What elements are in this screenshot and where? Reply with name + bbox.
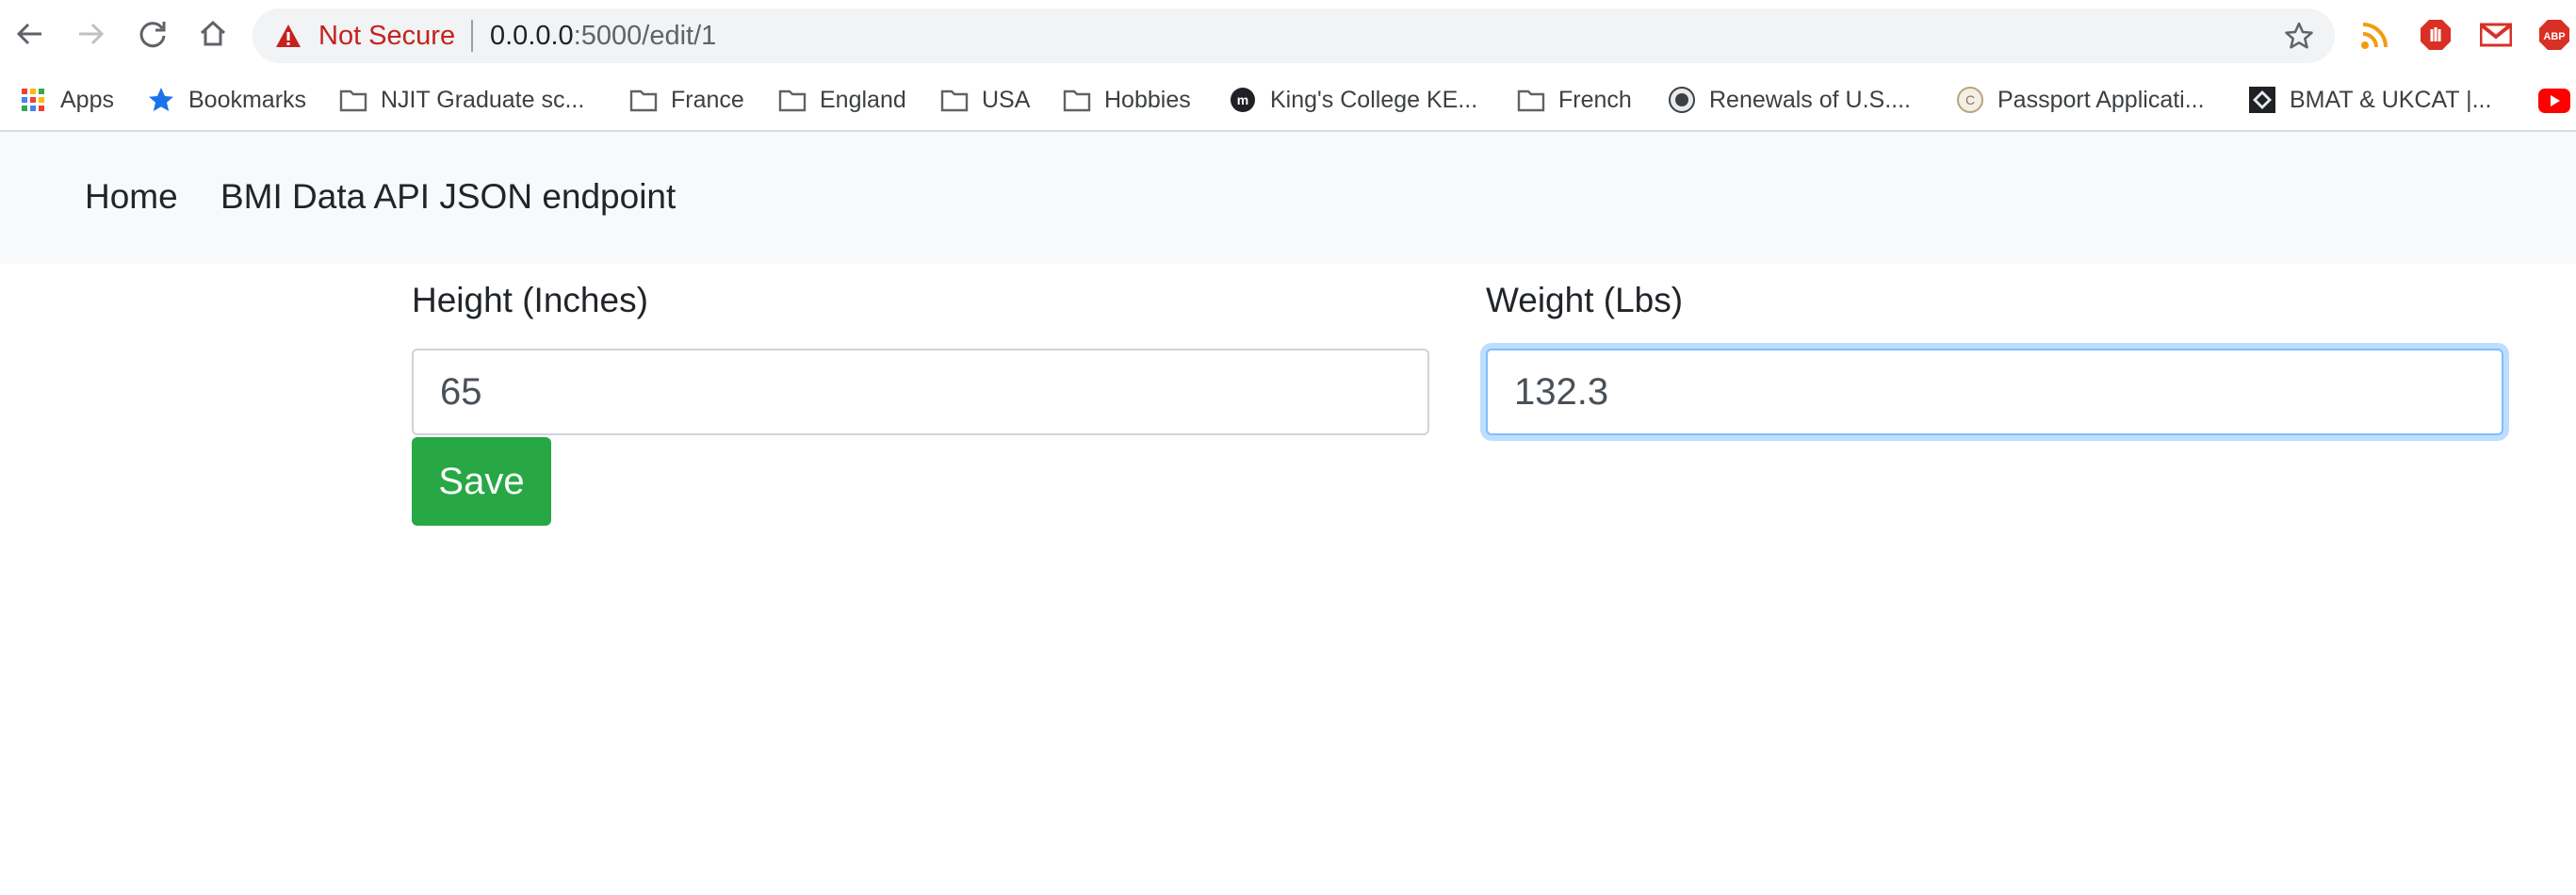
bookmark-folder-hobbies[interactable]: Hobbies xyxy=(1063,83,1191,117)
svg-text:m: m xyxy=(1237,92,1248,107)
bookmark-apps[interactable]: Apps xyxy=(19,83,114,117)
url-text[interactable]: 0.0.0.0:5000/edit/1 xyxy=(490,21,716,52)
nav-bmi-api-link[interactable]: BMI Data API JSON endpoint xyxy=(220,177,676,217)
svg-text:ABP: ABP xyxy=(2543,31,2565,42)
bookmark-bookmarks[interactable]: Bookmarks xyxy=(147,83,306,117)
address-bar[interactable]: Not Secure 0.0.0.0:5000/edit/1 xyxy=(253,8,2335,63)
bookmark-folder-france[interactable]: France xyxy=(629,83,744,117)
reload-icon[interactable] xyxy=(136,17,170,51)
bookmark-star-icon[interactable] xyxy=(2284,21,2314,51)
browser-toolbar: Not Secure 0.0.0.0:5000/edit/1 ABP xyxy=(0,0,2576,72)
youtube-icon[interactable] xyxy=(2538,89,2570,113)
nav-home-link[interactable]: Home xyxy=(85,177,178,217)
bookmark-label: USA xyxy=(982,86,1031,113)
url-host: 0.0.0.0 xyxy=(490,21,574,51)
bookmark-bmat[interactable]: BMAT & UKCAT |... xyxy=(2248,83,2491,117)
app-navbar: Home BMI Data API JSON endpoint xyxy=(0,132,2576,264)
gmail-icon[interactable] xyxy=(2480,19,2512,51)
bookmark-label: England xyxy=(820,86,906,113)
bookmark-folder-england[interactable]: England xyxy=(778,83,906,117)
height-label: Height (Inches) xyxy=(412,281,648,319)
bookmark-label: Passport Applicati... xyxy=(1997,86,2205,113)
site-logo-icon: m xyxy=(1231,88,1255,112)
omnibox-separator xyxy=(471,20,473,52)
svg-text:C: C xyxy=(1965,92,1975,107)
bookmark-label: French xyxy=(1558,86,1632,113)
save-button[interactable]: Save xyxy=(412,437,551,526)
bookmark-label: Hobbies xyxy=(1104,86,1191,113)
folder-icon xyxy=(339,90,367,112)
adblock-plus-icon[interactable]: ABP xyxy=(2538,19,2570,51)
bookmark-folder-usa[interactable]: USA xyxy=(940,83,1030,117)
warning-triangle-icon[interactable] xyxy=(275,24,302,48)
site-logo-icon: C xyxy=(1957,87,1983,113)
forward-arrow-icon[interactable] xyxy=(73,17,107,51)
bookmark-passport[interactable]: C Passport Applicati... xyxy=(1956,83,2205,117)
seal-icon xyxy=(1669,87,1695,113)
stop-hand-icon[interactable] xyxy=(2420,19,2452,51)
apps-grid-icon xyxy=(22,89,44,111)
bookmark-folder-french[interactable]: French xyxy=(1517,83,1632,117)
bookmark-renewals[interactable]: Renewals of U.S.... xyxy=(1668,83,1911,117)
weight-input[interactable] xyxy=(1486,349,2503,435)
bookmark-label: King's College KE... xyxy=(1270,86,1478,113)
height-input[interactable] xyxy=(412,349,1429,435)
bookmark-label: Renewals of U.S.... xyxy=(1709,86,1911,113)
bookmark-label: France xyxy=(671,86,744,113)
home-icon[interactable] xyxy=(196,17,230,51)
site-logo-icon xyxy=(2249,87,2275,113)
not-secure-label[interactable]: Not Secure xyxy=(318,21,455,52)
bookmark-kings-college[interactable]: m King's College KE... xyxy=(1229,83,1477,117)
bookmark-label: Bookmarks xyxy=(188,86,307,113)
bookmark-label: Apps xyxy=(60,86,114,113)
folder-icon xyxy=(1063,90,1091,112)
bookmarks-bar: Apps Bookmarks NJIT Graduate sc... Franc… xyxy=(0,72,2576,132)
rss-icon[interactable] xyxy=(2359,19,2391,51)
bookmark-folder-njit[interactable]: NJIT Graduate sc... xyxy=(339,83,584,117)
folder-icon xyxy=(629,90,658,112)
weight-label: Weight (Lbs) xyxy=(1486,281,1684,319)
back-arrow-icon[interactable] xyxy=(13,17,47,51)
folder-icon xyxy=(778,90,807,112)
url-path: :5000/edit/1 xyxy=(573,21,717,51)
bookmark-label: NJIT Graduate sc... xyxy=(381,86,585,113)
folder-icon xyxy=(940,90,969,112)
star-icon xyxy=(149,88,173,111)
bookmark-label: BMAT & UKCAT |... xyxy=(2290,86,2492,113)
folder-icon xyxy=(1517,90,1545,112)
